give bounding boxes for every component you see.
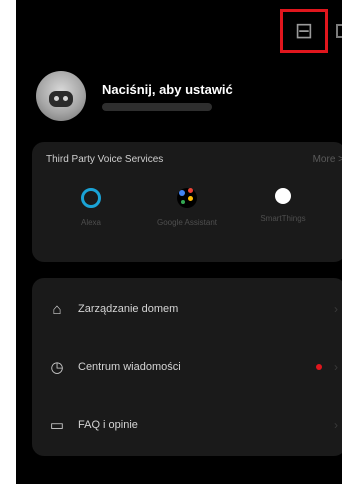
service-label: SmartThings — [260, 214, 306, 223]
voice-services-title: Third Party Voice Services — [46, 154, 164, 165]
service-label: Alexa — [80, 218, 101, 227]
google-assistant-icon — [177, 188, 197, 208]
settings-menu-card: ⌂ Zarządzanie domem › ◷ Centrum wiadomoś… — [32, 278, 342, 456]
profile-title: Naciśnij, aby ustawić — [102, 81, 233, 97]
robot-face-icon — [49, 91, 73, 107]
menu-icon[interactable] — [336, 24, 342, 38]
alexa-icon — [81, 188, 101, 208]
menu-item-label: FAQ i opinie — [78, 419, 138, 431]
voice-services-more-link[interactable]: More > — [313, 154, 342, 165]
layout-button[interactable]: ⊟ — [280, 9, 328, 53]
home-icon: ⌂ — [52, 300, 62, 318]
layout-icon: ⊟ — [294, 18, 314, 43]
profile-row[interactable]: Naciśnij, aby ustawić — [36, 68, 336, 124]
menu-item-message-center[interactable]: ◷ Centrum wiadomości › — [32, 338, 342, 396]
notification-badge — [316, 364, 322, 370]
smartthings-icon — [275, 188, 291, 204]
chevron-right-icon: › — [334, 418, 338, 432]
menu-item-label: Centrum wiadomości — [78, 361, 181, 373]
menu-item-faq-feedback[interactable]: ▭ FAQ i opinie › — [32, 396, 342, 454]
menu-item-home-management[interactable]: ⌂ Zarządzanie domem › — [32, 280, 342, 338]
avatar[interactable] — [36, 71, 86, 121]
menu-item-label: Zarządzanie domem — [78, 303, 179, 315]
chevron-right-icon: › — [334, 302, 338, 316]
service-label: Google Assistant — [156, 218, 218, 227]
profile-subtitle — [102, 102, 212, 111]
service-smartthings[interactable]: SmartThings — [238, 188, 328, 223]
service-alexa[interactable]: Alexa — [46, 188, 136, 227]
service-google-assistant[interactable]: Google Assistant — [142, 188, 232, 227]
voice-services-card: Third Party Voice Services More > Alexa … — [32, 142, 342, 262]
clock-icon: ◷ — [50, 359, 64, 376]
chevron-right-icon: › — [334, 360, 338, 374]
phone-screen: ⊟ Naciśnij, aby ustawić Third Party Voic… — [16, 0, 342, 484]
message-icon: ▭ — [49, 417, 65, 434]
